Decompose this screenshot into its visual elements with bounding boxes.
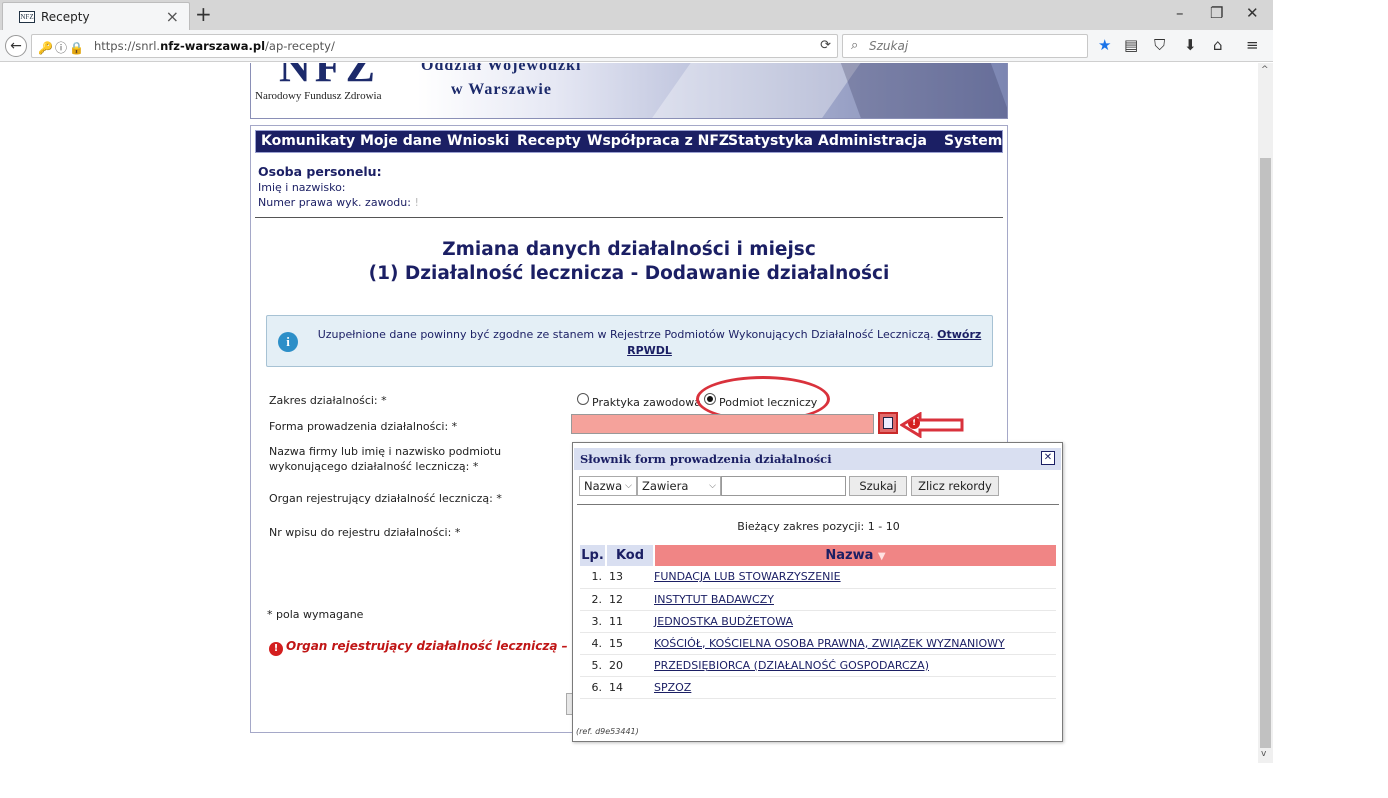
- personnel-name-label: Imię i nazwisko:: [258, 181, 346, 194]
- personnel-title: Osoba personelu:: [258, 164, 382, 179]
- chevron-down-icon: ⌵: [625, 481, 632, 491]
- popup-close-icon[interactable]: ✕: [1041, 451, 1055, 465]
- row-link[interactable]: PRZEDSIĘBIORCA (DZIAŁALNOŚĆ GOSPODARCZA): [654, 659, 929, 672]
- table-row: 4. 15 KOŚCIÓŁ, KOŚCIELNA OSOBA PRAWNA, Z…: [580, 632, 1056, 655]
- registry-label: Nr wpisu do rejestru działalności: *: [269, 526, 461, 539]
- reload-icon[interactable]: ⟳: [820, 38, 831, 53]
- organ-label: Organ rejestrujący działalność leczniczą…: [269, 492, 502, 505]
- menu-item-komunikaty[interactable]: Komunikaty: [261, 133, 355, 149]
- divider: [255, 217, 1003, 218]
- sort-desc-icon: ▼: [877, 551, 886, 562]
- branch-name-line2: w Warszawie: [451, 81, 552, 98]
- radio-practice-label[interactable]: Praktyka zawodowa: [592, 396, 701, 409]
- hamburger-menu-icon[interactable]: ≡: [1246, 36, 1259, 54]
- page-title: Zmiana danych działalności i miejsc: [442, 239, 816, 260]
- row-link[interactable]: JEDNOSTKA BUDŻETOWA: [654, 615, 793, 628]
- back-arrow-icon[interactable]: ←: [5, 35, 27, 57]
- browser-tab-bar: NFZ Recepty × + – ❐ ✕: [0, 0, 1273, 30]
- search-icon: ⌕: [851, 38, 859, 53]
- radio-practice[interactable]: [577, 393, 589, 405]
- annotation-arrow-icon: [900, 412, 964, 438]
- scrollbar-thumb[interactable]: [1260, 158, 1271, 748]
- url-bar[interactable]: 🔑ⓘ🔒 https://snrl.nfz-warszawa.pl/ap-rece…: [31, 34, 838, 58]
- popup-divider: [577, 504, 1059, 505]
- column-header-nazwa[interactable]: Nazwa ▼: [653, 545, 1056, 566]
- chevron-down-icon: ⌵: [709, 481, 716, 491]
- row-link[interactable]: FUNDACJA LUB STOWARZYSZENIE: [654, 570, 841, 583]
- operator-select[interactable]: Zawiera ⌵: [637, 476, 721, 496]
- dictionary-button[interactable]: [878, 412, 898, 434]
- popup-search-input[interactable]: [721, 476, 846, 496]
- menu-item-wnioski[interactable]: Wnioski: [447, 133, 509, 149]
- row-link[interactable]: INSTYTUT BADAWCZY: [654, 593, 774, 606]
- info-box: i Uzupełnione dane powinny być zgodne ze…: [266, 315, 993, 367]
- tab-title: Recepty: [41, 10, 90, 24]
- table-row: 3. 11 JEDNOSTKA BUDŻETOWA: [580, 610, 1056, 633]
- field-select[interactable]: Nazwa ⌵: [579, 476, 637, 496]
- company-label-line2: wykonującego działalność leczniczą: *: [269, 460, 479, 473]
- error-icon: !: [269, 642, 283, 656]
- nfz-favicon-icon: NFZ: [19, 11, 35, 23]
- table-row: 5. 20 PRZEDSIĘBIORCA (DZIAŁALNOŚĆ GOSPOD…: [580, 654, 1056, 677]
- new-tab-icon[interactable]: +: [195, 2, 212, 26]
- download-icon[interactable]: ⬇: [1184, 36, 1197, 54]
- popup-title: Słownik form prowadzenia działalności: [580, 452, 832, 466]
- fund-name: Narodowy Fundusz Zdrowia: [255, 90, 382, 102]
- company-label-line1: Nazwa firmy lub imię i nazwisko podmiotu: [269, 445, 502, 458]
- home-icon[interactable]: ⌂: [1213, 36, 1223, 54]
- tab-close-icon[interactable]: ×: [166, 7, 179, 26]
- column-header-kod[interactable]: Kod: [605, 545, 654, 566]
- menu-item-system[interactable]: System: [944, 133, 1002, 149]
- minimize-icon[interactable]: –: [1176, 4, 1184, 22]
- scroll-up-icon[interactable]: ^: [1261, 65, 1269, 75]
- menu-item-wspolpraca[interactable]: Współpraca z NFZ: [587, 133, 729, 149]
- restore-icon[interactable]: ❐: [1210, 4, 1223, 22]
- popup-search-button[interactable]: Szukaj: [849, 476, 907, 496]
- form-type-input[interactable]: [571, 414, 874, 434]
- form-type-label: Forma prowadzenia działalności: *: [269, 420, 458, 433]
- menu-item-administracja[interactable]: Administracja: [818, 133, 927, 149]
- menu-item-statystyka[interactable]: Statystyka: [728, 133, 813, 149]
- range-text: Bieżący zakres pozycji: 1 - 10: [737, 520, 900, 533]
- browser-nav-bar: ← 🔑ⓘ🔒 https://snrl.nfz-warszawa.pl/ap-re…: [0, 30, 1273, 62]
- nfz-logo: NFZ: [279, 63, 379, 91]
- count-records-button[interactable]: Zlicz rekordy: [911, 476, 999, 496]
- site-info-icon[interactable]: 🔑ⓘ🔒: [38, 39, 86, 56]
- info-message: Uzupełnione dane powinny być zgodne ze s…: [317, 328, 982, 357]
- dictionary-popup: Słownik form prowadzenia działalności ✕ …: [572, 442, 1063, 742]
- main-menu: Komunikaty Moje dane Wnioski Recepty Wsp…: [255, 130, 1003, 153]
- popup-header[interactable]: Słownik form prowadzenia działalności ✕: [574, 448, 1061, 470]
- row-link[interactable]: KOŚCIÓŁ, KOŚCIELNA OSOBA PRAWNA, ZWIĄZEK…: [654, 637, 1005, 650]
- menu-item-moje-dane[interactable]: Moje dane: [360, 133, 442, 149]
- bookmark-star-icon[interactable]: ★: [1098, 36, 1111, 54]
- page-subtitle: (1) Działalność lecznicza - Dodawanie dz…: [368, 263, 890, 284]
- branch-name-line1: Oddział Wojewódzki: [421, 63, 582, 74]
- row-link[interactable]: SPZOZ: [654, 681, 691, 694]
- scroll-down-icon[interactable]: v: [1261, 749, 1266, 759]
- window-close-icon[interactable]: ✕: [1246, 4, 1259, 22]
- table-row: 6. 14 SPZOZ: [580, 676, 1056, 699]
- personnel-license-label: Numer prawa wyk. zawodu: !: [258, 196, 419, 209]
- required-note: * pola wymagane: [267, 608, 364, 621]
- scope-label: Zakres działalności: *: [269, 394, 387, 407]
- pocket-icon[interactable]: ⛉: [1154, 36, 1165, 54]
- browser-search-bar[interactable]: ⌕: [842, 34, 1088, 58]
- reading-list-icon[interactable]: ▤: [1124, 36, 1138, 54]
- forms-table: Lp. Kod Nazwa ▼ 1. 13 FUNDACJA LUB STOWA…: [580, 545, 1056, 699]
- reference-id: (ref. d9e53441): [576, 727, 639, 736]
- browser-tab[interactable]: NFZ Recepty ×: [2, 2, 190, 30]
- table-row: 1. 13 FUNDACJA LUB STOWARZYSZENIE: [580, 566, 1056, 589]
- dictionary-icon: [883, 417, 893, 429]
- info-icon: i: [278, 332, 298, 352]
- browser-search-input[interactable]: [867, 37, 1067, 55]
- table-row: 2. 12 INSTYTUT BADAWCZY: [580, 588, 1056, 611]
- url-text: https://snrl.nfz-warszawa.pl/ap-recepty/: [94, 39, 335, 53]
- page-scrollbar[interactable]: ^ v: [1258, 63, 1273, 763]
- nfz-banner: NFZ Narodowy Fundusz Zdrowia Oddział Woj…: [250, 63, 1008, 119]
- error-message: ! Organ rejestrujący działalność lecznicz…: [269, 639, 571, 656]
- menu-item-recepty[interactable]: Recepty: [517, 133, 581, 149]
- column-header-lp: Lp.: [580, 545, 606, 566]
